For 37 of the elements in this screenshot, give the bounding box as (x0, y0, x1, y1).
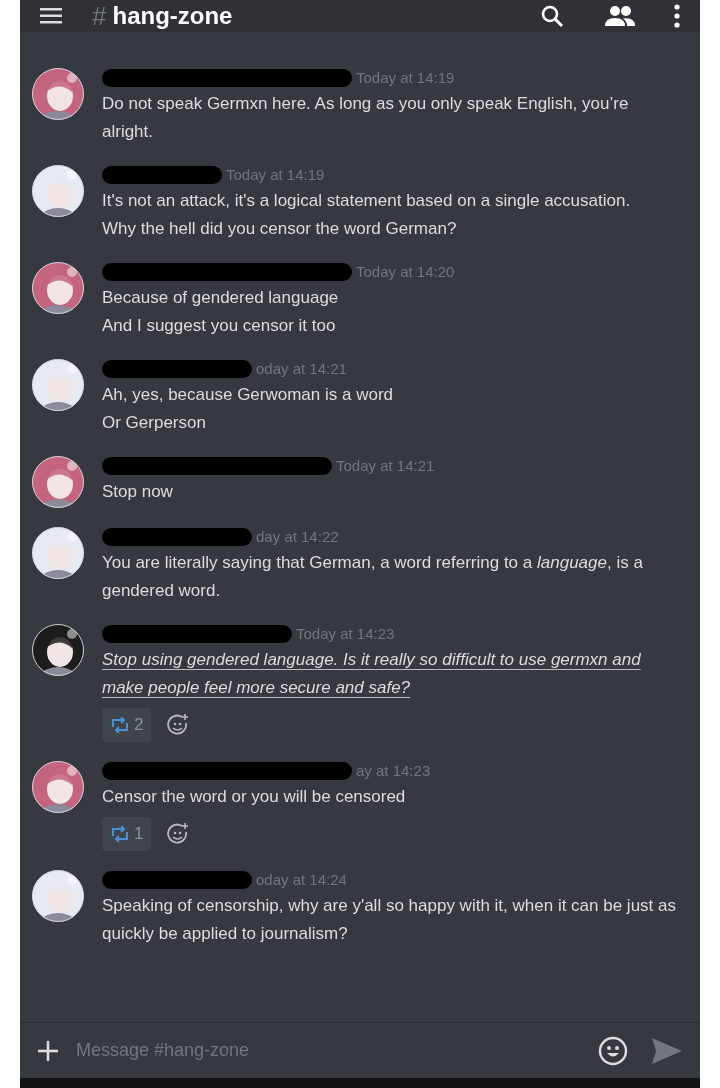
timestamp: Today at 14:19 (226, 164, 325, 185)
members-icon[interactable] (604, 5, 636, 27)
message-text: Ah, yes, because Gerwoman is a word (102, 384, 395, 406)
add-reaction-icon[interactable] (167, 714, 190, 736)
message-text: You are literally saying that German, a word referring to a language, is a gendered word. (102, 552, 644, 602)
timestamp: Today at 14:23 (296, 623, 395, 644)
message-text: And I suggest you censor it too (102, 315, 337, 337)
timestamp: ay at 14:23 (356, 760, 431, 781)
message-text: Because of gendered language (102, 287, 340, 309)
message-text: Why the hell did you censor the word German? (102, 218, 458, 240)
menu-icon[interactable] (40, 8, 62, 24)
send-icon[interactable] (652, 1037, 682, 1064)
message-text: Stop using gendered language. Is it really so difficult to use germxn and make people feel more secure and safe? (102, 649, 642, 699)
search-icon[interactable] (540, 4, 564, 28)
repeat-icon (110, 826, 130, 842)
message-text: Speaking of censorship, why are y'all so happy with it, when it can be just as quickly be applied to journalism? (102, 895, 677, 945)
more-icon[interactable] (674, 4, 680, 28)
emoji-icon[interactable] (598, 1035, 628, 1066)
timestamp: Today at 14:21 (336, 455, 435, 476)
timestamp: day at 14:22 (256, 526, 339, 547)
message-text: Censor the word or you will be censored (102, 786, 407, 808)
reaction-chip[interactable]: 2 (102, 708, 152, 742)
add-reaction-icon[interactable] (167, 823, 190, 845)
message-text: Do not speak Germxn here. As long as you only speak English, you’re alright. (102, 93, 630, 143)
message-text: It's not an attack, it's a logical statement based on a single accusation. (102, 190, 632, 212)
reaction-chip[interactable]: 1 (102, 817, 152, 851)
timestamp: Today at 14:20 (356, 261, 455, 282)
message-text: Stop now (102, 481, 174, 503)
channel-name: hang-zone (112, 4, 233, 28)
hash-symbol: # (92, 3, 107, 29)
repeat-icon (110, 717, 130, 733)
timestamp: oday at 14:24 (256, 869, 347, 890)
plus-icon[interactable] (38, 1040, 58, 1061)
message-text: Or Gerperson (102, 412, 207, 434)
message-input[interactable]: Message #hang-zone (76, 1037, 598, 1064)
timestamp: Today at 14:19 (356, 67, 455, 88)
timestamp: oday at 14:21 (256, 358, 347, 379)
